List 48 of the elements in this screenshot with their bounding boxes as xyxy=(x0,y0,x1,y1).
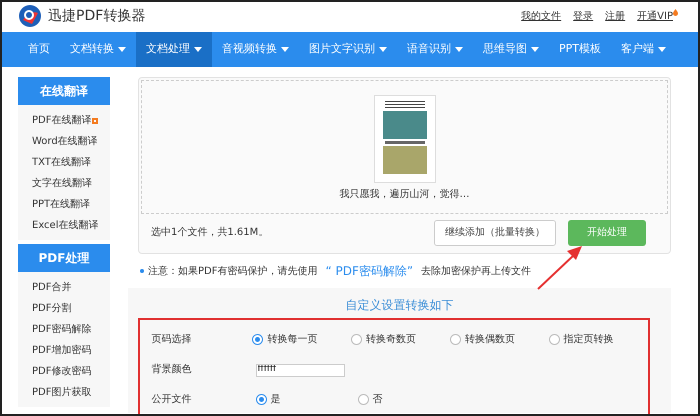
radio-button[interactable] xyxy=(450,334,461,344)
color-input-field[interactable]: ffffff xyxy=(256,364,344,376)
bullet-icon xyxy=(140,269,144,273)
radio-button[interactable] xyxy=(252,334,264,344)
sidebar-item[interactable]: PPT在线翻译 xyxy=(18,194,110,215)
notice-text: 去除加密保护再上传文件 xyxy=(421,264,532,278)
sidebar-item[interactable]: 文字在线翻译 xyxy=(18,173,110,194)
add-more-button[interactable]: 继续添加（批量转换） xyxy=(434,220,556,246)
notice-text: 注意：如果PDF有密码保护，请先使用 xyxy=(148,264,318,278)
photo-placeholder xyxy=(382,111,426,139)
radio-option[interactable]: 否 xyxy=(358,392,460,406)
radio-option[interactable]: 指定页转换 xyxy=(548,332,648,346)
sidebar-heading: PDF处理 xyxy=(18,244,110,272)
settings-title: 自定义设置转换如下 xyxy=(346,297,454,314)
header-link[interactable]: 开通VIP xyxy=(637,8,678,24)
radio-button[interactable] xyxy=(351,334,362,344)
sidebar-item[interactable]: Word在线翻译 xyxy=(18,131,110,152)
sidebar-item[interactable]: PDF图片获取 xyxy=(18,382,110,403)
header-link[interactable]: 登录 xyxy=(573,8,594,24)
text-lines-drawing xyxy=(384,141,424,144)
sidebar-item[interactable]: TXT在线翻译 xyxy=(18,152,110,173)
sidebar-item[interactable]: Excel在线翻译 xyxy=(18,215,110,236)
sidebar-item[interactable]: PDF在线翻译 xyxy=(18,110,110,131)
sidebar-item[interactable]: PDF合并 xyxy=(18,277,110,298)
radio-option[interactable]: 是 xyxy=(256,392,358,406)
sidebar-item[interactable]: PDF分割 xyxy=(18,298,110,319)
setting-label: 公开文件 xyxy=(152,392,192,406)
radio-button[interactable] xyxy=(548,334,560,344)
radio-button[interactable] xyxy=(256,394,266,404)
sidebar-heading: 在线翻译 xyxy=(18,77,110,105)
sidebar-item[interactable]: PDF密码解除 xyxy=(18,319,110,340)
annotation-arrow xyxy=(536,243,584,291)
setting-label: 背景颜色 xyxy=(152,362,192,376)
nav-tab[interactable]: 文档处理 xyxy=(136,32,212,67)
sidebar-item[interactable]: PDF增加密码 xyxy=(18,340,110,361)
logo-text: 迅捷PDF转换器 xyxy=(48,6,146,26)
radio-option[interactable]: 转换奇数页 xyxy=(351,332,450,346)
header-link[interactable]: 我的文件 xyxy=(521,8,562,24)
header-link[interactable]: 注册 xyxy=(605,8,626,24)
file-name: 我只愿我，遍历山河，觉得… xyxy=(340,188,470,202)
radio-option[interactable]: 转换偶数页 xyxy=(450,332,549,346)
radio-option[interactable]: 转换每一页 xyxy=(252,332,352,346)
logo-icon xyxy=(18,4,42,28)
file-summary: 选中1个文件，共1.61M。 xyxy=(151,226,270,240)
radio-button[interactable] xyxy=(358,394,368,404)
photo-placeholder xyxy=(382,146,426,174)
sidebar-item[interactable]: PDF修改密码 xyxy=(18,361,110,382)
setting-label: 页码选择 xyxy=(152,332,192,346)
